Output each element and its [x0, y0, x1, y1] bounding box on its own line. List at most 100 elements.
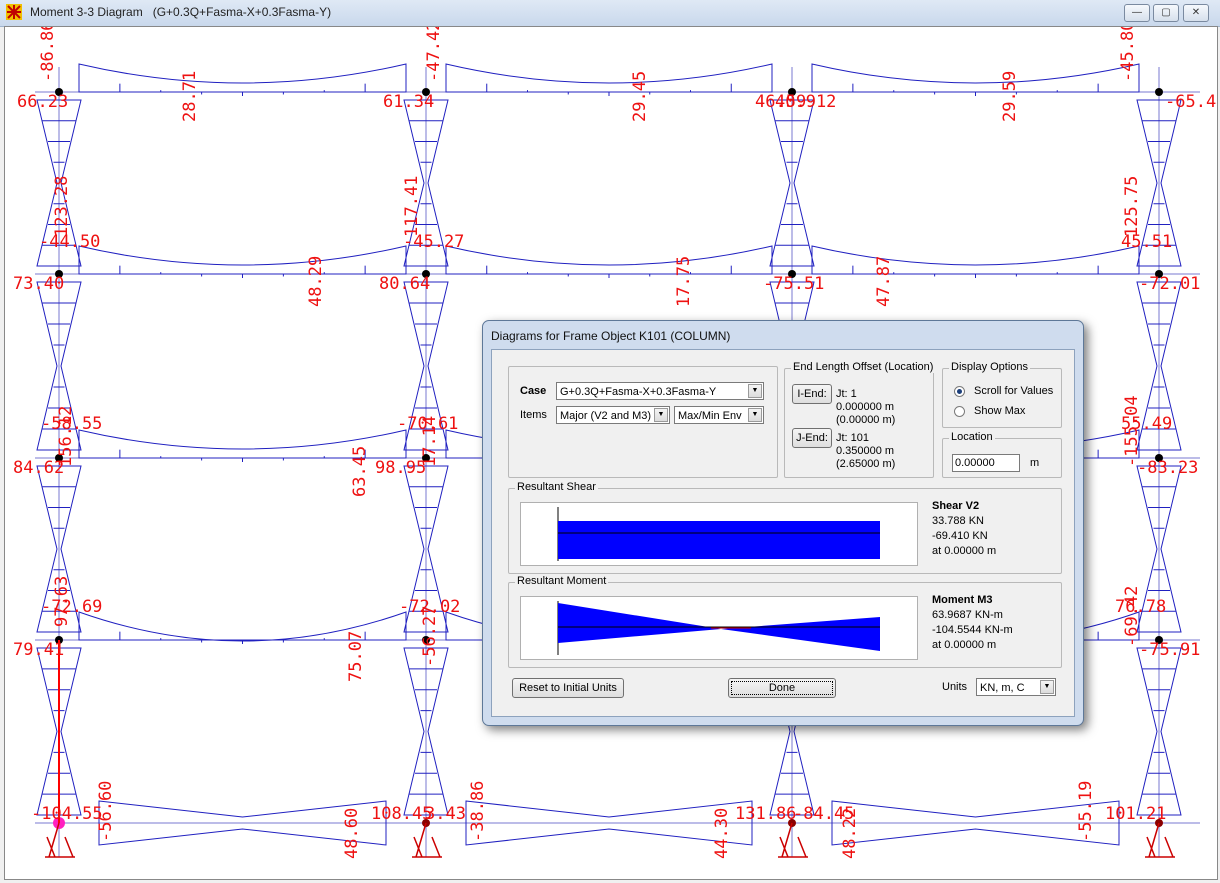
- shear-max: 33.788 KN: [932, 515, 984, 527]
- moment-max: 63.9687 KN-m: [932, 609, 1003, 621]
- close-button[interactable]: ✕: [1183, 4, 1209, 22]
- moment-value-label: 3.43: [425, 804, 466, 824]
- reset-units-button[interactable]: Reset to Initial Units: [512, 678, 624, 698]
- moment-plot[interactable]: [520, 596, 918, 660]
- moment-value-label: -65.44: [1165, 92, 1217, 112]
- moment-title: Moment M3: [932, 594, 993, 606]
- moment-value-label: 75.07: [346, 631, 366, 682]
- end-offset-caption: End Length Offset (Location): [791, 361, 936, 373]
- minimize-button[interactable]: —: [1124, 4, 1150, 22]
- moment-value-label: 131.86: [735, 804, 796, 824]
- moment-value-label: -84.45: [793, 804, 854, 824]
- shear-fill: [558, 521, 880, 559]
- moment-value-label: -104.55: [31, 804, 103, 824]
- moment-value-label: 40.912: [775, 92, 836, 112]
- frame-diagram-dialog: Diagrams for Frame Object K101 (COLUMN) …: [482, 320, 1084, 726]
- moment-value-label: 29.59: [1000, 71, 1020, 122]
- moment-value-label: 44.30: [712, 808, 732, 859]
- beam-moment-curve: [811, 245, 1140, 275]
- scroll-values-label[interactable]: Scroll for Values: [974, 385, 1053, 397]
- shear-title: Shear V2: [932, 500, 980, 512]
- support-symbol: [1145, 822, 1175, 858]
- case-select-value: G+0.3Q+Fasma-X+0.3Fasma-Y: [560, 386, 717, 398]
- dialog-body: Case G+0.3Q+Fasma-X+0.3Fasma-Y ▼ Items M…: [491, 349, 1075, 717]
- window-title: Moment 3-3 Diagram (G+0.3Q+Fasma-X+0.3Fa…: [30, 5, 332, 19]
- moment-value-label: -38.86: [468, 781, 488, 842]
- moment-value-label: 48.60: [342, 808, 362, 859]
- moment-value-label: 125.75: [1122, 176, 1142, 237]
- moment-value-label: 79.41: [13, 640, 64, 660]
- resultant-moment-caption: Resultant Moment: [515, 575, 609, 587]
- units-select-value: KN, m, C: [980, 682, 1025, 694]
- i-end-button[interactable]: I-End:: [792, 384, 832, 404]
- moment-value-label: 61.34: [383, 92, 434, 112]
- moment-value-label: 17.75: [674, 256, 694, 307]
- moment-value-label: 28.71: [180, 71, 200, 122]
- units-select[interactable]: KN, m, C ▼: [976, 678, 1056, 696]
- done-button[interactable]: Done: [728, 678, 836, 698]
- moment-value-label: -45.80: [1118, 27, 1138, 82]
- chevron-down-icon: ▼: [654, 408, 668, 422]
- moment-value-label: -75.51: [763, 274, 824, 294]
- moment-value-label: 123.28: [52, 176, 72, 237]
- moment-value-label: 66.23: [17, 92, 68, 112]
- moment-value-label: -155.04: [1122, 395, 1142, 467]
- dialog-title: Diagrams for Frame Object K101 (COLUMN): [491, 329, 731, 343]
- moment-value-label: 63.45: [350, 446, 370, 497]
- location-input[interactable]: 0.00000: [952, 454, 1020, 472]
- envelope-select-value: Max/Min Env: [678, 410, 742, 422]
- moment-value-label: -55.19: [1076, 781, 1096, 842]
- moment-value-label: -86.86: [38, 27, 58, 82]
- moment-value-label: 80.64: [379, 274, 430, 294]
- moment-value-label: 47.87: [874, 256, 894, 307]
- location-unit: m: [1030, 457, 1040, 469]
- app-icon: [6, 4, 22, 20]
- support-symbol: [412, 822, 442, 858]
- show-max-radio[interactable]: [954, 406, 965, 417]
- chevron-down-icon: ▼: [748, 408, 762, 422]
- j-end-location: (2.65000 m): [836, 458, 896, 470]
- moment-value-label: 101.21: [1105, 804, 1166, 824]
- chevron-down-icon: ▼: [748, 384, 762, 398]
- moment-value-label: -75.91: [1139, 640, 1200, 660]
- resultant-shear-caption: Resultant Shear: [515, 481, 598, 493]
- display-options-group: Display Options: [942, 361, 1062, 428]
- location-caption: Location: [949, 431, 995, 443]
- window-titlebar: Moment 3-3 Diagram (G+0.3Q+Fasma-X+0.3Fa…: [0, 0, 1220, 27]
- moment-value-label: -56.60: [96, 781, 116, 842]
- i-end-offset: 0.000000 m: [836, 401, 895, 413]
- moment-at: at 0.00000 m: [932, 639, 997, 651]
- moment-fill-end: [721, 617, 880, 651]
- chevron-down-icon: ▼: [1040, 680, 1054, 694]
- i-end-joint: Jt: 1: [836, 388, 857, 400]
- shear-diagram: [557, 507, 880, 561]
- scroll-values-radio[interactable]: [954, 386, 965, 397]
- moment-value-label: 97.63: [52, 576, 72, 627]
- shear-at: at 0.00000 m: [932, 545, 997, 557]
- moment-diagram: [557, 601, 880, 655]
- maximize-button[interactable]: ▢: [1153, 4, 1179, 22]
- moment-min: -104.5544 KN-m: [932, 624, 1013, 636]
- moment-value-label: 108.45: [371, 804, 432, 824]
- items-select[interactable]: Major (V2 and M3) ▼: [556, 406, 670, 424]
- moment-value-label: -56.27: [420, 606, 440, 667]
- show-max-label[interactable]: Show Max: [974, 405, 1025, 417]
- items-select-value: Major (V2 and M3): [560, 410, 652, 422]
- moment-value-label: -72.01: [1139, 274, 1200, 294]
- j-end-offset: 0.350000 m: [836, 445, 895, 457]
- moment-value-label: -47.42: [424, 27, 444, 82]
- envelope-select[interactable]: Max/Min Env ▼: [674, 406, 764, 424]
- shear-plot[interactable]: [520, 502, 918, 566]
- j-end-button[interactable]: J-End:: [792, 428, 832, 448]
- moment-value-label: 98.95: [375, 458, 426, 478]
- moment-value-label: 29.45: [630, 71, 650, 122]
- moment-value-label: -69.42: [1122, 586, 1142, 647]
- beam-moment-curve: [445, 245, 773, 275]
- beam-moment-curve: [445, 63, 773, 93]
- i-end-location: (0.00000 m): [836, 414, 896, 426]
- case-select[interactable]: G+0.3Q+Fasma-X+0.3Fasma-Y ▼: [556, 382, 764, 400]
- shear-min: -69.410 KN: [932, 530, 988, 542]
- moment-value-label: 84.62: [13, 458, 64, 478]
- support-symbol: [778, 822, 808, 858]
- moment-value-label: 73.40: [13, 274, 64, 294]
